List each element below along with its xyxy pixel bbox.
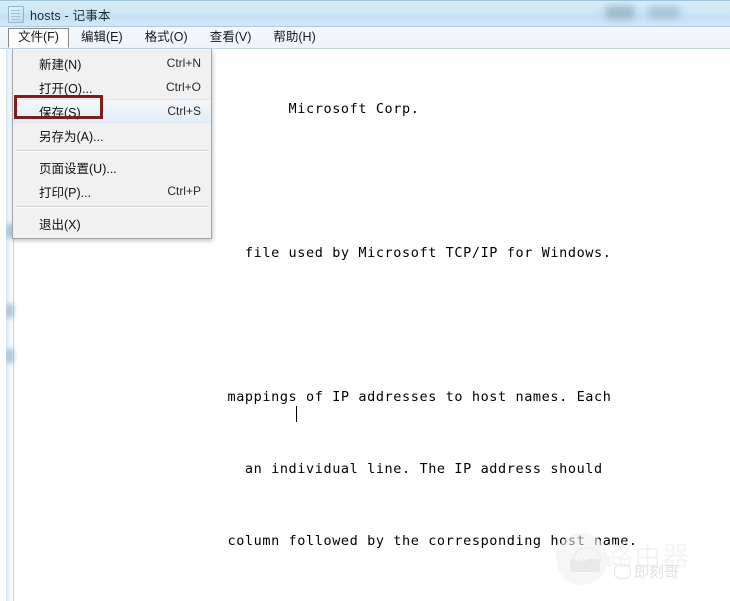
notepad-window: hosts - 记事本 文件(F) 编辑(E) 格式(O) 查看(V) 帮助(H… — [0, 0, 730, 601]
menu-separator-1 — [15, 150, 209, 152]
menubar-item-help[interactable]: 帮助(H) — [263, 28, 325, 48]
menu-item-new-accel: Ctrl+N — [166, 56, 201, 70]
text-line: file used by Microsoft TCP/IP for Window… — [18, 245, 612, 261]
menubar-item-edit[interactable]: 编辑(E) — [71, 28, 133, 48]
menubar-item-file[interactable]: 文件(F) — [8, 27, 69, 48]
watermark-router-icon — [570, 555, 600, 572]
notepad-document-icon — [8, 6, 24, 23]
text-line — [18, 313, 638, 337]
text-line: an individual line. The IP address shoul… — [18, 461, 603, 477]
text-line: mappings of IP addresses to host names. … — [18, 389, 612, 405]
menu-item-save[interactable]: 保存(S) Ctrl+S — [13, 99, 211, 123]
menu-separator-2 — [15, 206, 209, 208]
edge-smudge-3 — [6, 349, 14, 363]
watermark-badge-icon — [614, 564, 631, 579]
watermark: 路由器 即刻哥 — [552, 527, 720, 591]
text-line: column followed by the corresponding hos… — [18, 533, 638, 549]
menu-item-open-label: 打开(O)... — [39, 81, 93, 96]
menu-item-open-accel: Ctrl+O — [165, 80, 201, 94]
watermark-sub: 即刻哥 — [614, 561, 679, 582]
menu-item-exit-label: 退出(X) — [39, 217, 81, 232]
watermark-sub-text: 即刻哥 — [634, 563, 680, 581]
menu-item-new-label: 新建(N) — [39, 57, 82, 72]
menu-item-save-accel: Ctrl+S — [167, 104, 201, 118]
title-bar[interactable]: hosts - 记事本 — [0, 0, 730, 27]
file-menu-popup: 新建(N) Ctrl+N 打开(O)... Ctrl+O 保存(S) Ctrl+… — [12, 49, 212, 239]
menu-item-save-as-label: 另存为(A)... — [39, 129, 104, 144]
menu-item-open[interactable]: 打开(O)... Ctrl+O — [13, 75, 211, 99]
window-controls-blurred-left[interactable] — [605, 6, 635, 19]
menubar-item-format[interactable]: 格式(O) — [135, 28, 198, 48]
menu-item-new[interactable]: 新建(N) Ctrl+N — [13, 51, 211, 75]
menu-item-print-accel: Ctrl+P — [167, 184, 201, 198]
menu-bar: 文件(F) 编辑(E) 格式(O) 查看(V) 帮助(H) — [0, 27, 730, 49]
edge-smudge-2 — [6, 304, 14, 318]
menu-item-save-as[interactable]: 另存为(A)... — [13, 123, 211, 147]
menu-item-page-setup[interactable]: 页面设置(U)... — [13, 155, 211, 179]
watermark-logo-icon — [556, 533, 608, 585]
menu-item-save-label: 保存(S) — [39, 105, 81, 120]
menu-item-print[interactable]: 打印(P)... Ctrl+P — [13, 179, 211, 203]
text-caret — [296, 406, 297, 422]
menu-item-print-label: 打印(P)... — [39, 185, 92, 200]
title-bar-left: hosts - 记事本 — [8, 5, 111, 24]
menu-item-exit[interactable]: 退出(X) — [13, 211, 211, 235]
menubar-item-view[interactable]: 查看(V) — [200, 28, 262, 48]
window-controls-blurred-right[interactable] — [648, 6, 680, 19]
menu-item-page-setup-label: 页面设置(U)... — [39, 161, 117, 176]
window-title: hosts - 记事本 — [30, 9, 111, 23]
